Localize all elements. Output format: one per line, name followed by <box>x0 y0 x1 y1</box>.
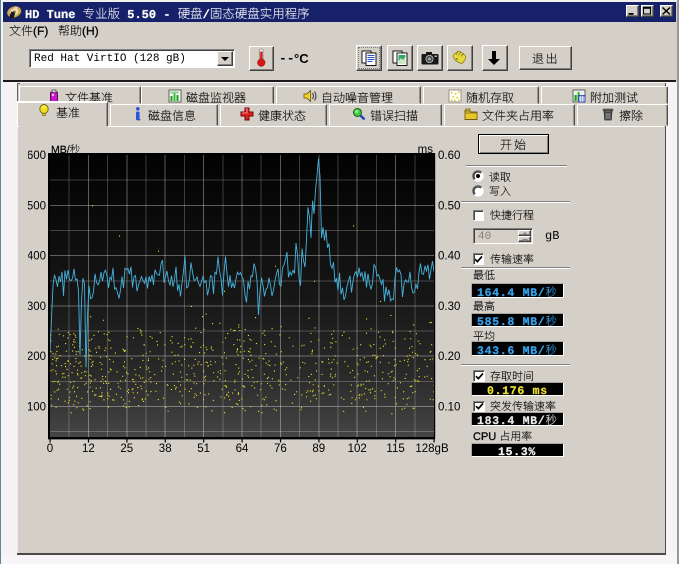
svg-text:64: 64 <box>236 443 249 455</box>
svg-text:0.50: 0.50 <box>438 200 460 212</box>
svg-text:102: 102 <box>348 443 367 455</box>
svg-text:100: 100 <box>28 402 46 414</box>
svg-text:25: 25 <box>120 443 133 455</box>
svg-text:89: 89 <box>312 443 325 455</box>
svg-text:300: 300 <box>28 301 46 313</box>
svg-text:0.60: 0.60 <box>438 150 460 162</box>
svg-text:38: 38 <box>159 443 172 455</box>
svg-text:76: 76 <box>274 443 287 455</box>
svg-text:0: 0 <box>47 443 53 455</box>
svg-text:51: 51 <box>197 443 210 455</box>
svg-text:0.30: 0.30 <box>438 301 460 313</box>
svg-text:400: 400 <box>28 251 46 263</box>
svg-text:128gB: 128gB <box>415 443 449 455</box>
svg-text:0.20: 0.20 <box>438 351 460 363</box>
svg-text:115: 115 <box>386 443 404 455</box>
svg-text:ms: ms <box>418 144 434 156</box>
svg-text:500: 500 <box>28 200 46 212</box>
svg-text:200: 200 <box>28 351 46 363</box>
svg-text:600: 600 <box>28 150 46 162</box>
svg-text:12: 12 <box>82 443 95 455</box>
svg-text:0.10: 0.10 <box>438 402 460 414</box>
svg-text:0.40: 0.40 <box>438 251 460 263</box>
